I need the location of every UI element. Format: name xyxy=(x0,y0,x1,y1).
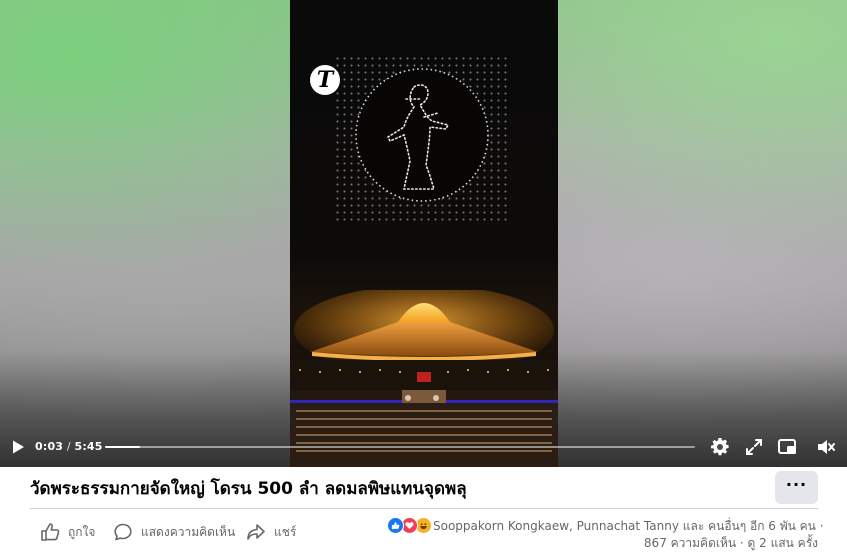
comment-icon xyxy=(114,523,132,541)
time-separator: / xyxy=(63,440,75,453)
share-button[interactable]: แชร์ xyxy=(246,520,296,544)
divider xyxy=(30,508,818,509)
comments-views-count[interactable]: 867 ความคิดเห็น · ดู 2 แสน ครั้ง xyxy=(644,534,818,553)
progress-fill xyxy=(105,446,141,448)
post-title: วัดพระธรรมกายจัดใหญ่ โดรน 500 ลำ ลดมลพิษ… xyxy=(30,479,467,499)
video-frame: T xyxy=(290,0,558,467)
current-time: 0:03 xyxy=(35,440,64,453)
more-options-icon: ··· xyxy=(785,475,808,494)
duration: 5:45 xyxy=(74,440,103,453)
reaction-icons[interactable] xyxy=(387,517,432,534)
picture-in-picture-icon[interactable] xyxy=(777,437,797,457)
drone-formation-image xyxy=(355,68,489,202)
time-display: 0:03 / 5:45 xyxy=(35,440,103,453)
like-icon xyxy=(41,523,60,541)
video-player[interactable]: T 0:03 / 5:45 xyxy=(0,0,847,467)
video-controls: 0:03 / 5:45 xyxy=(0,432,847,462)
play-icon[interactable] xyxy=(9,438,27,456)
like-reaction-icon xyxy=(387,517,404,534)
share-icon xyxy=(247,524,265,540)
share-label: แชร์ xyxy=(274,524,297,539)
volume-muted-icon[interactable] xyxy=(816,437,836,457)
comment-button[interactable]: แสดงความคิดเห็น xyxy=(113,520,235,544)
settings-icon[interactable] xyxy=(710,437,730,457)
like-button[interactable]: ถูกใจ xyxy=(40,520,95,544)
comment-label: แสดงความคิดเห็น xyxy=(141,524,236,539)
fullscreen-icon[interactable] xyxy=(744,437,764,457)
channel-logo[interactable]: T xyxy=(310,65,340,95)
progress-bar[interactable] xyxy=(105,446,695,448)
more-options-button[interactable]: ··· xyxy=(775,471,818,504)
like-label: ถูกใจ xyxy=(68,524,96,539)
